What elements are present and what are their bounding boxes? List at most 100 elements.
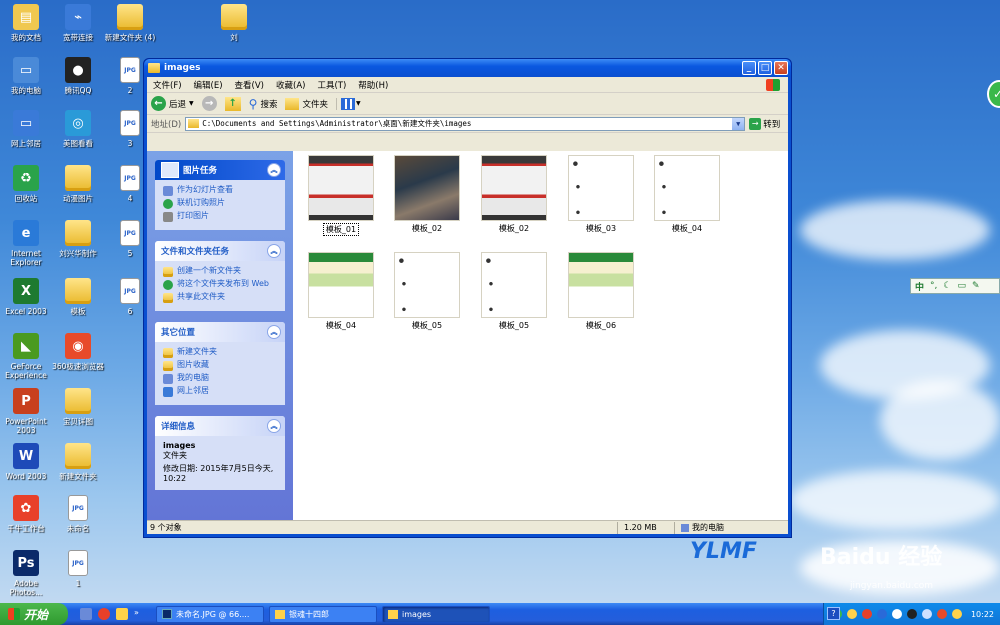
collapse-icon[interactable]: ︽ [267, 163, 281, 177]
file-thumbnail[interactable]: 模板_06 [561, 252, 641, 331]
desktop-icon[interactable]: P PowerPoint 2003 [0, 388, 52, 435]
forward-button[interactable]: → [201, 96, 217, 111]
menu-help[interactable]: 帮助(H) [358, 79, 388, 91]
desktop-icon[interactable]: ♻ 回收站 [0, 165, 52, 203]
file-thumbnail[interactable]: 模板_01 [301, 155, 381, 236]
desktop-icon[interactable]: Ps Adobe Photos... [0, 550, 52, 597]
file-thumbnail[interactable]: 模板_02 [474, 155, 554, 234]
desktop-icon[interactable]: 新建文件夹 (4) [104, 4, 156, 42]
task-photoshop[interactable]: 未命名.JPG @ 66.... [156, 605, 264, 623]
task-folder-1[interactable]: 银魂十四郎 [269, 605, 377, 623]
side-check-icon[interactable]: ✓ [987, 80, 1000, 108]
desktop-icon[interactable]: 宝贝详图 [52, 388, 104, 426]
chevron-right-icon[interactable]: » [134, 608, 146, 620]
panel-header[interactable]: 详细信息 ︽ [155, 416, 285, 436]
chevron-down-icon[interactable]: ▼ [732, 117, 745, 130]
desktop-icon[interactable]: 动漫图片 [52, 165, 104, 203]
collapse-icon[interactable]: ︽ [267, 244, 281, 258]
network-icon[interactable] [951, 609, 962, 619]
close-button[interactable]: ✕ [774, 61, 788, 75]
file-thumbnail[interactable]: 模板_05 [474, 252, 554, 331]
search-button[interactable]: ⚲ 搜索 [249, 97, 278, 111]
explorer-icon[interactable] [116, 608, 128, 620]
help-button[interactable]: ? [827, 607, 840, 620]
file-thumbnail[interactable]: 模板_03 [561, 155, 641, 234]
folders-button[interactable]: 文件夹 [285, 97, 328, 110]
desktop-icon[interactable]: ⌁ 宽带连接 [52, 4, 104, 42]
desktop-icon[interactable]: 模板 [52, 278, 104, 316]
desktop-icon[interactable]: ◉ 360极速浏览器 [52, 333, 104, 371]
menu-edit[interactable]: 编辑(E) [194, 79, 223, 91]
desktop-icon[interactable]: W Word 2003 [0, 443, 52, 481]
place-network[interactable]: 网上邻居 [163, 386, 277, 397]
moon-icon[interactable]: ☾ [943, 281, 951, 291]
desktop-icon-label: 网上邻居 [11, 139, 41, 148]
collapse-icon[interactable]: ︽ [267, 325, 281, 339]
views-button[interactable]: ▼ [335, 97, 361, 110]
menu-view[interactable]: 查看(V) [235, 79, 264, 91]
tray-app-icon[interactable] [906, 609, 917, 619]
desktop-icon[interactable]: ▭ 我的电脑 [0, 57, 52, 95]
panel-header[interactable]: 其它位置 ︽ [155, 322, 285, 342]
other-places-panel: 其它位置 ︽ 新建文件夹 图片收藏 我的电脑 网上邻居 [155, 322, 285, 405]
desktop-icon[interactable]: ✿ 千牛工作台 [0, 495, 52, 533]
menu-favorites[interactable]: 收藏(A) [276, 79, 305, 91]
desktop-icon[interactable]: ▭ 网上邻居 [0, 110, 52, 148]
publish-web-link[interactable]: 将这个文件夹发布到 Web [163, 279, 277, 290]
desktop-icon[interactable]: 刘 [208, 4, 260, 42]
file-thumbnail[interactable]: 模板_05 [387, 252, 467, 331]
volume-icon[interactable] [921, 609, 932, 619]
slideshow-link[interactable]: 作为幻灯片查看 [163, 185, 277, 196]
maximize-button[interactable]: □ [758, 61, 772, 75]
file-thumbnail[interactable]: 模板_04 [647, 155, 727, 234]
file-thumbnail[interactable]: 模板_04 [301, 252, 381, 331]
tray-app-icon[interactable] [891, 609, 902, 619]
tray-app-icon[interactable] [861, 609, 872, 619]
desktop-icon[interactable]: JPG 未命名 [52, 495, 104, 533]
new-folder-link[interactable]: 创建一个新文件夹 [163, 266, 277, 277]
desktop-icon[interactable]: JPG 1 [52, 550, 104, 588]
wrench-icon[interactable]: ✎ [972, 281, 980, 291]
file-thumbnail[interactable]: 模板_02 [387, 155, 467, 234]
panel-header[interactable]: 文件和文件夹任务 ︽ [155, 241, 285, 261]
desktop-icon[interactable]: ◣ GeForce Experience [0, 333, 52, 380]
desktop-icon[interactable]: ▤ 我的文档 [0, 4, 52, 42]
ime-toolbar[interactable]: 中 °, ☾ ▭ ✎ [910, 278, 1000, 294]
desktop-icon[interactable]: 刘兴华制作 [52, 220, 104, 258]
tray-app-icon[interactable] [936, 609, 947, 619]
start-button[interactable]: 开始 [0, 603, 68, 625]
up-folder-icon[interactable]: ↑ [224, 96, 241, 111]
desktop-icon[interactable]: ● 腾讯QQ [52, 57, 104, 95]
menu-file[interactable]: 文件(F) [153, 79, 182, 91]
place-my-pictures[interactable]: 图片收藏 [163, 360, 277, 371]
collapse-icon[interactable]: ︽ [267, 419, 281, 433]
title-bar[interactable]: images _ □ ✕ [144, 59, 791, 77]
browser-360-icon[interactable] [98, 608, 110, 620]
back-button[interactable]: ← 后退 ▼ [151, 96, 194, 111]
status-size: 1.20 MB [624, 523, 657, 532]
app-icon: ◉ [65, 333, 91, 359]
keyboard-icon[interactable]: ▭ [957, 281, 966, 291]
menu-tools[interactable]: 工具(T) [317, 79, 346, 91]
place-new-folder[interactable]: 新建文件夹 [163, 347, 277, 358]
panel-title: 详细信息 [161, 422, 196, 432]
tray-app-icon[interactable] [876, 609, 887, 619]
task-images[interactable]: images [382, 605, 490, 623]
go-button[interactable]: → 转到 [749, 117, 780, 130]
place-my-computer[interactable]: 我的电脑 [163, 373, 277, 384]
print-link[interactable]: 打印图片 [163, 211, 277, 222]
desktop-icon[interactable]: ◎ 美图看看 [52, 110, 104, 148]
desktop-icon[interactable]: 新建文件夹 [52, 443, 104, 481]
address-input[interactable]: C:\Documents and Settings\Administrator\… [185, 116, 746, 131]
minimize-button[interactable]: _ [742, 61, 756, 75]
desktop-icon[interactable]: X Excel 2003 [0, 278, 52, 316]
panel-header[interactable]: 图片任务 ︽ [155, 160, 285, 180]
clock[interactable]: 10:22 [971, 610, 994, 619]
share-folder-link[interactable]: 共享此文件夹 [163, 292, 277, 303]
order-photos-link[interactable]: 联机订购照片 [163, 198, 277, 209]
desktop-icon[interactable]: e Internet Explorer [0, 220, 52, 267]
punctuation-icon[interactable]: °, [930, 281, 937, 291]
globe-icon [163, 199, 173, 209]
tray-app-icon[interactable] [846, 609, 857, 619]
show-desktop-icon[interactable] [80, 608, 92, 620]
